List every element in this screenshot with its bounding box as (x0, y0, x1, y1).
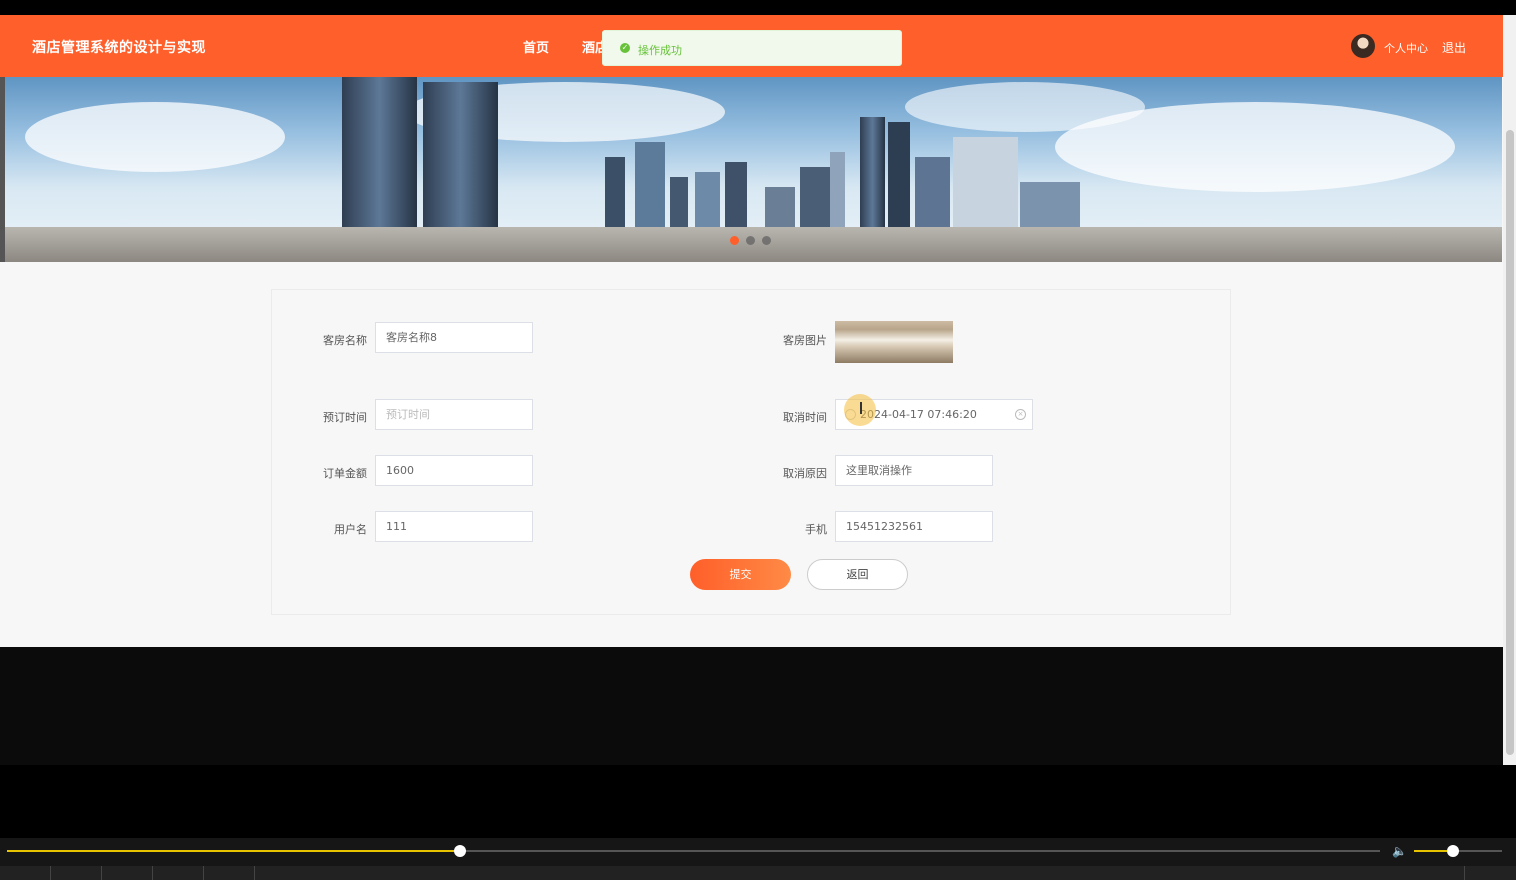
page-scrollbar[interactable] (1503, 15, 1516, 765)
footer-divider (203, 866, 204, 880)
video-player-controls: 🔈 (0, 838, 1516, 866)
footer-divider (50, 866, 51, 880)
site-title: 酒店管理系统的设计与实现 (32, 40, 206, 56)
username-input[interactable]: 111 (375, 511, 533, 542)
text-cursor-icon (860, 402, 862, 414)
phone-input[interactable]: 15451232561 (835, 511, 993, 542)
back-button[interactable]: 返回 (807, 559, 908, 590)
volume-slider[interactable] (1414, 845, 1502, 857)
carousel-dot-1[interactable] (730, 236, 739, 245)
cancel-time-value: 2024-04-17 07:46:20 (860, 408, 977, 421)
avatar[interactable] (1351, 34, 1375, 58)
check-circle-icon: ✓ (620, 43, 630, 53)
footer-divider (254, 866, 255, 880)
phone-label: 手机 (805, 523, 827, 536)
booking-time-label: 预订时间 (323, 411, 367, 424)
order-amount-label: 订单金额 (323, 467, 367, 480)
order-amount-input[interactable]: 1600 (375, 455, 533, 486)
banner-carousel[interactable] (5, 77, 1502, 262)
cancel-reason-label: 取消原因 (783, 467, 827, 480)
player-footer (0, 866, 1516, 880)
success-toast: ✓ 操作成功 (602, 30, 902, 66)
footer-divider (1464, 866, 1465, 880)
submit-button[interactable]: 提交 (690, 559, 791, 590)
volume-icon[interactable]: 🔈 (1392, 844, 1407, 858)
carousel-dot-3[interactable] (762, 236, 771, 245)
booking-cancel-form: 客房名称 客房名称8 客房图片 预订时间 预订时间 取消时间 2024-04-1… (271, 289, 1231, 615)
room-name-label: 客房名称 (323, 334, 367, 347)
room-name-input[interactable]: 客房名称8 (375, 322, 533, 353)
progress-fill (7, 850, 461, 852)
cancel-time-label: 取消时间 (783, 411, 827, 424)
footer-divider (152, 866, 153, 880)
volume-handle[interactable] (1446, 845, 1459, 857)
username-label: 用户名 (334, 523, 367, 536)
page-footer (0, 647, 1503, 765)
toast-message: 操作成功 (638, 44, 682, 57)
cancel-reason-input[interactable]: 这里取消操作 (835, 455, 993, 486)
scrollbar-thumb[interactable] (1506, 130, 1514, 755)
logout-link[interactable]: 退出 (1442, 39, 1466, 56)
clear-icon[interactable]: × (1015, 409, 1026, 420)
progress-slider[interactable] (7, 845, 1380, 857)
room-image-label: 客房图片 (783, 334, 827, 347)
progress-handle[interactable] (454, 845, 467, 857)
nav-home[interactable]: 首页 (523, 37, 549, 56)
nav-hotel[interactable]: 酒店 (582, 37, 604, 56)
profile-link[interactable]: 个人中心 (1384, 40, 1428, 56)
booking-time-input[interactable]: 预订时间 (375, 399, 533, 430)
room-image[interactable] (835, 321, 953, 363)
page: 酒店管理系统的设计与实现 首页 酒店 个人中心 退出 客房名称 客房名称8 客房… (0, 15, 1503, 765)
carousel-dot-2[interactable] (746, 236, 755, 245)
footer-divider (101, 866, 102, 880)
city-skyline-image (5, 77, 1502, 262)
